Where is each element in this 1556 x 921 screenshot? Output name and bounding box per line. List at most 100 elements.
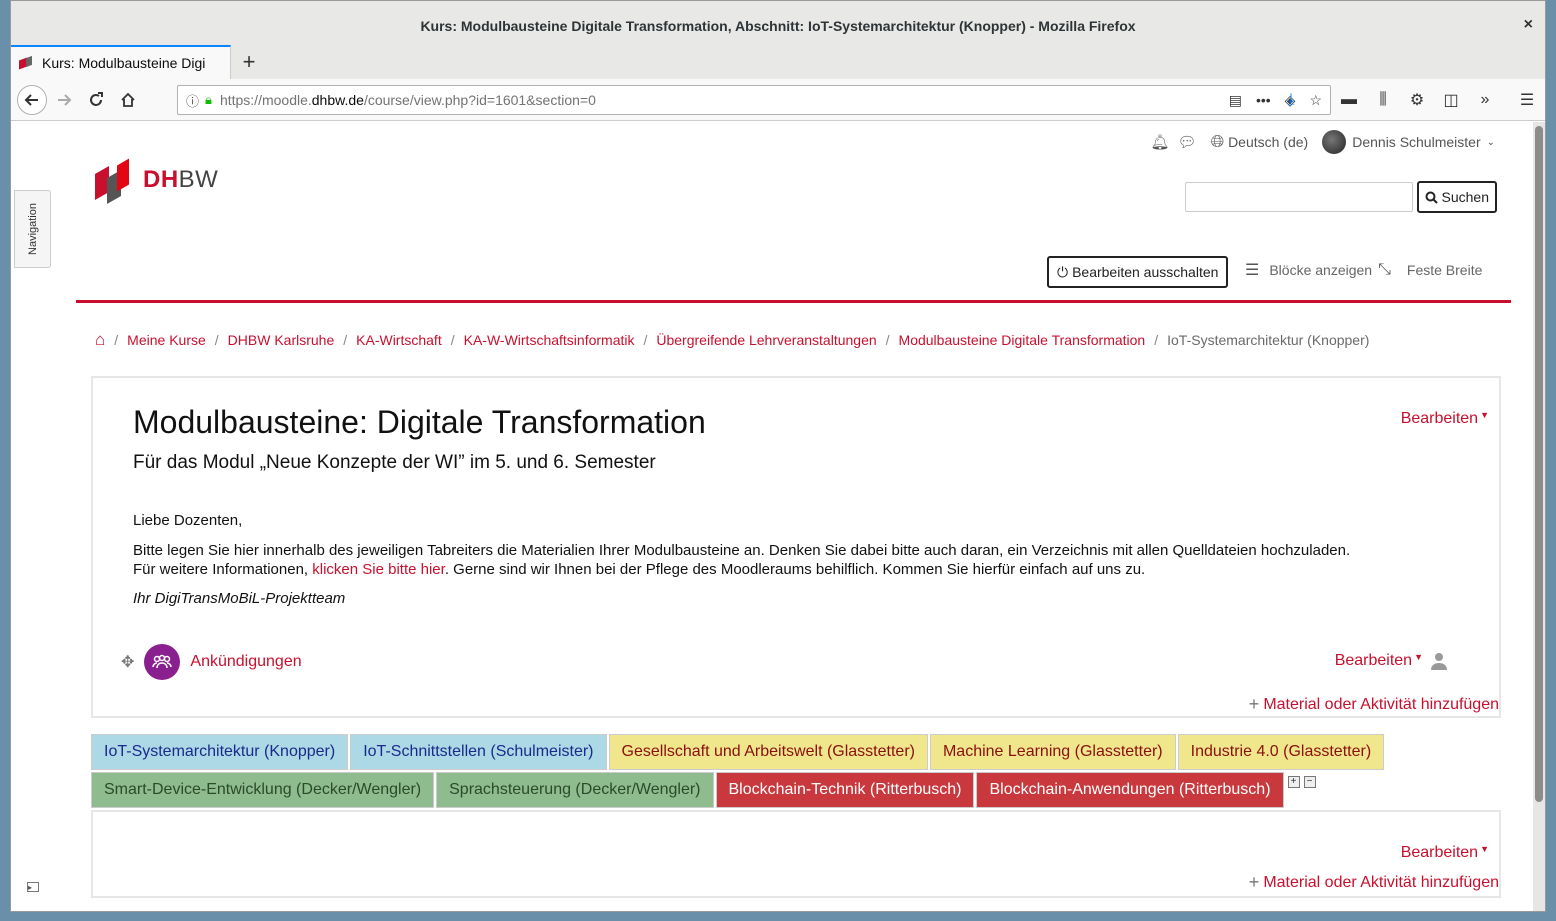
fixed-width-link[interactable]: Feste Breite <box>1407 262 1482 278</box>
tab-gesellschaft-arbeitswelt[interactable]: Gesellschaft und Arbeitswelt (Glasstette… <box>608 734 928 770</box>
home-icon <box>121 92 135 107</box>
scrollbar-thumb[interactable] <box>1535 126 1543 802</box>
tabpanel-add-activity-link[interactable]: + Material oder Aktivität hinzufügen <box>1249 872 1499 893</box>
tab-controls: + − <box>1287 776 1316 808</box>
url-bar[interactable]: ⓘ 🔒︎ https://moodle. dhbw.de/course/view.… <box>177 85 1331 115</box>
page-actions-icon[interactable]: ••• <box>1256 92 1271 109</box>
new-tab-button[interactable]: + <box>231 45 267 79</box>
caret-down-icon: ▼ <box>1480 844 1489 854</box>
tab-smart-device-entwicklung[interactable]: Smart-Device-Entwicklung (Decker/Wengler… <box>91 772 435 808</box>
search-input[interactable] <box>1185 182 1413 212</box>
tabpanel-add-activity-label: Material oder Aktivität hinzufügen <box>1263 873 1499 891</box>
move-icon[interactable]: ✥ <box>121 652 134 672</box>
tab-blockchain-anwendungen[interactable]: Blockchain-Anwendungen (Ritterbusch) <box>976 772 1284 808</box>
info-icon[interactable]: ⓘ <box>186 91 199 110</box>
forward-arrow-icon <box>58 93 72 106</box>
navigation-toolbar: ⓘ 🔒︎ https://moodle. dhbw.de/course/view.… <box>11 79 1545 121</box>
navigation-drawer-toggle[interactable]: Navigation <box>14 190 51 268</box>
back-button[interactable] <box>17 84 47 115</box>
layout-controls: ☰ Blöcke anzeigen ⤡ Feste Breite <box>1245 260 1482 280</box>
section-tabs-row-1: IoT-Systemarchitektur (Knopper) IoT-Schn… <box>91 734 1386 770</box>
reader-view-icon[interactable]: ▤ <box>1229 92 1242 109</box>
window-close-icon[interactable]: × <box>1524 16 1533 34</box>
edit-mode-label: Bearbeiten ausschalten <box>1072 264 1219 280</box>
tab-iot-systemarchitektur[interactable]: IoT-Systemarchitektur (Knopper) <box>91 734 349 770</box>
user-menu-bar: 🔔︎ 💬︎ 🌐︎ Deutsch (de) Dennis Schulmeiste… <box>1150 130 1495 154</box>
browser-tab-active[interactable]: Kurs: Modulbausteine Digi <box>11 45 231 79</box>
logo-dh: DH <box>143 166 179 193</box>
course-subtitle: Für das Modul „Neue Konzepte der WI” im … <box>133 452 656 473</box>
search-button-label: Suchen <box>1441 189 1489 205</box>
download-icon[interactable]: ⤓ <box>1279 85 1303 115</box>
user-name: Dennis Schulmeister <box>1352 134 1481 150</box>
reload-icon <box>90 91 103 106</box>
section-tabs-row-2: Smart-Device-Entwicklung (Decker/Wengler… <box>91 772 1316 808</box>
home-button[interactable] <box>113 85 143 115</box>
collapse-tabs-icon[interactable]: − <box>1303 776 1316 788</box>
sidebar-icon[interactable]: ◫ <box>1439 85 1463 115</box>
page-title: Modulbausteine: Digitale Transformation <box>133 404 706 440</box>
tabpanel-edit-label: Bearbeiten <box>1400 844 1479 861</box>
breadcrumb-item[interactable]: Übergreifende Lehrveranstaltungen <box>656 332 876 348</box>
tab-sprachsteuerung[interactable]: Sprachsteuerung (Decker/Wengler) <box>436 772 714 808</box>
person-icon[interactable] <box>1431 652 1447 675</box>
user-menu[interactable]: Dennis Schulmeister ⌄ <box>1322 130 1495 154</box>
hamburger-menu-icon[interactable]: ☰ <box>1515 85 1539 115</box>
tabpanel-edit-menu[interactable]: Bearbeiten ▼ <box>1401 844 1489 862</box>
tab-iot-schnittstellen[interactable]: IoT-Schnittstellen (Schulmeister) <box>350 734 607 770</box>
announcements-link[interactable]: Ankündigungen <box>190 653 301 671</box>
home-icon[interactable]: ⌂ <box>95 330 105 350</box>
tab-industrie-4-0[interactable]: Industrie 4.0 (Glasstetter) <box>1177 734 1385 770</box>
lock-icon: 🔒︎ <box>205 92 212 107</box>
blocks-list-icon: ☰ <box>1245 262 1260 279</box>
add-activity-link[interactable]: + Material oder Aktivität hinzufügen <box>1249 694 1499 715</box>
signature-text: Ihr DigiTransMoBiL-Projektteam <box>133 590 346 607</box>
addon-icon[interactable]: ⚙ <box>1405 85 1429 115</box>
edit-mode-toggle-button[interactable]: ⏻ Bearbeiten ausschalten <box>1047 256 1229 288</box>
globe-icon: 🌐︎ <box>1210 132 1225 151</box>
greeting-text: Liebe Dozenten, <box>133 512 243 529</box>
chevron-down-icon: ⌄ <box>1486 136 1495 148</box>
url-path: /course/view.php?id=1601&section=0 <box>363 92 596 108</box>
breadcrumb-item[interactable]: DHBW Karlsruhe <box>228 332 335 348</box>
logo-bw: BW <box>178 166 219 193</box>
drawer-toggle-icon[interactable]: ▸ <box>27 882 39 892</box>
expand-tabs-icon[interactable]: + <box>1287 776 1300 788</box>
avatar <box>1322 130 1347 154</box>
breadcrumb-item[interactable]: Meine Kurse <box>127 332 206 348</box>
tab-panel: Bearbeiten ▼ + Material oder Aktivität hi… <box>91 810 1501 898</box>
activity-edit-menu[interactable]: Bearbeiten ▼ <box>1335 652 1423 670</box>
forward-button[interactable] <box>49 85 79 115</box>
dhbw-logo[interactable]: DHBW <box>95 158 219 205</box>
language-menu[interactable]: 🌐︎ Deutsch (de) <box>1211 132 1309 152</box>
breadcrumb-item[interactable]: KA-W-Wirtschaftsinformatik <box>464 332 635 348</box>
extension-icon[interactable]: ▬ <box>1337 85 1361 115</box>
activity-announcements: ✥ Ankündigungen <box>121 644 302 680</box>
toolbar-right: ⤓ ▬ ⫼ ⚙ ◫ » ☰ <box>1279 85 1539 115</box>
page-scrollbar[interactable] <box>1533 122 1545 911</box>
breadcrumb-item[interactable]: KA-Wirtschaft <box>356 332 442 348</box>
section-edit-label: Bearbeiten <box>1400 410 1479 427</box>
search-icon <box>1425 191 1438 204</box>
breadcrumb: ⌂ / Meine Kurse / DHBW Karlsruhe / KA-Wi… <box>95 330 1370 350</box>
info-link[interactable]: klicken Sie bitte hier <box>312 561 445 578</box>
url-domain: dhbw.de <box>311 92 364 108</box>
overflow-chevron-icon[interactable]: » <box>1473 85 1497 115</box>
compress-icon: ⤡ <box>1378 261 1391 278</box>
tab-machine-learning[interactable]: Machine Learning (Glasstetter) <box>929 734 1176 770</box>
show-blocks-link[interactable]: Blöcke anzeigen <box>1269 262 1372 278</box>
breadcrumb-item[interactable]: Modulbausteine Digitale Transformation <box>899 332 1146 348</box>
section-edit-menu[interactable]: Bearbeiten ▼ <box>1401 410 1489 428</box>
page-content: Navigation DHBW 🔔︎ 💬︎ 🌐︎ Deutsch (de) De… <box>11 122 1533 911</box>
search-button[interactable]: Suchen <box>1416 181 1497 213</box>
tab-blockchain-technik[interactable]: Blockchain-Technik (Ritterbusch) <box>715 772 975 808</box>
messages-icon[interactable]: 💬︎ <box>1178 133 1197 151</box>
language-label: Deutsch (de) <box>1228 134 1309 150</box>
reload-button[interactable] <box>81 85 111 115</box>
tab-title: Kurs: Modulbausteine Digi <box>42 55 206 71</box>
tab-strip: Kurs: Modulbausteine Digi + <box>11 45 1545 79</box>
plus-icon: + <box>1248 872 1260 892</box>
power-icon: ⏻ <box>1057 263 1069 280</box>
library-icon[interactable]: ⫼ <box>1371 85 1395 115</box>
notifications-bell-icon[interactable]: 🔔︎ <box>1150 133 1169 151</box>
